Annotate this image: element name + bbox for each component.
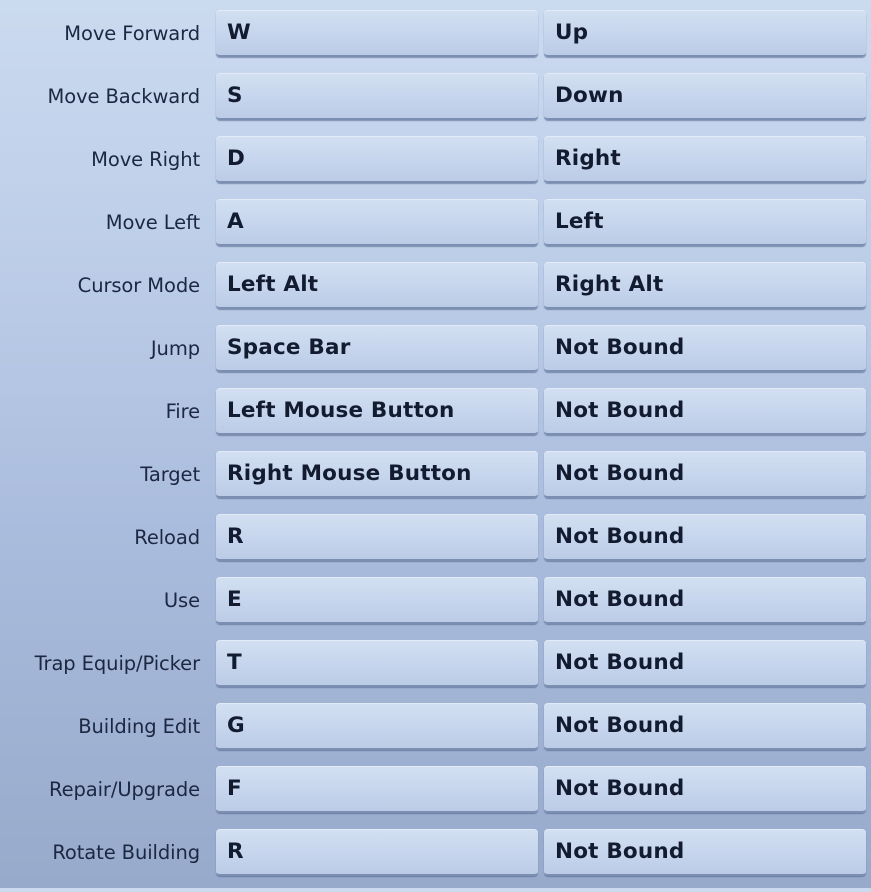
keybinding-row-move-backward: Move Backward S Down xyxy=(0,73,871,122)
keybinding-row-rotate-building: Rotate Building R Not Bound xyxy=(0,829,871,878)
action-label: Move Backward xyxy=(47,85,201,108)
primary-key-slot[interactable]: Left Mouse Button xyxy=(216,388,538,435)
primary-key-slot[interactable]: E xyxy=(216,577,538,624)
primary-key-slot[interactable]: F xyxy=(216,766,538,813)
primary-key-slot[interactable]: W xyxy=(216,10,538,57)
keybinding-row-reload: Reload R Not Bound xyxy=(0,514,871,563)
keybinding-row-target: Target Right Mouse Button Not Bound xyxy=(0,451,871,500)
action-label: Cursor Mode xyxy=(77,274,200,297)
secondary-key-slot[interactable]: Right xyxy=(544,136,866,183)
keybinding-row-repair-upgrade: Repair/Upgrade F Not Bound xyxy=(0,766,871,815)
secondary-key-slot[interactable]: Not Bound xyxy=(544,577,866,624)
action-label: Target xyxy=(140,463,200,486)
secondary-key-slot[interactable]: Up xyxy=(544,10,866,57)
action-label: Jump xyxy=(150,337,200,360)
keybinding-row-cursor-mode: Cursor Mode Left Alt Right Alt xyxy=(0,262,871,311)
secondary-key-slot[interactable]: Down xyxy=(544,73,866,120)
secondary-key-slot[interactable]: Not Bound xyxy=(544,388,866,435)
keybinding-row-building-edit: Building Edit G Not Bound xyxy=(0,703,871,752)
primary-key-slot[interactable]: D xyxy=(216,136,538,183)
secondary-key-slot[interactable]: Not Bound xyxy=(544,829,866,876)
action-label: Move Left xyxy=(105,211,200,234)
secondary-key-slot[interactable]: Not Bound xyxy=(544,640,866,687)
secondary-key-slot[interactable]: Right Alt xyxy=(544,262,866,309)
action-label: Fire xyxy=(165,400,201,423)
keybinding-row-use: Use E Not Bound xyxy=(0,577,871,626)
secondary-key-slot[interactable]: Not Bound xyxy=(544,325,866,372)
keybinding-row-move-forward: Move Forward W Up xyxy=(0,10,871,59)
primary-key-slot[interactable]: Right Mouse Button xyxy=(216,451,538,498)
keybinding-row-move-left: Move Left A Left xyxy=(0,199,871,248)
primary-key-slot[interactable]: R xyxy=(216,829,538,876)
keybinding-row-move-right: Move Right D Right xyxy=(0,136,871,185)
action-label: Building Edit xyxy=(78,715,200,738)
primary-key-slot[interactable]: Space Bar xyxy=(216,325,538,372)
action-label: Use xyxy=(163,589,200,612)
keybindings-list: Move Forward W Up Move Backward S Down M… xyxy=(0,10,871,892)
keybinding-row-jump: Jump Space Bar Not Bound xyxy=(0,325,871,374)
action-label: Reload xyxy=(134,526,200,549)
action-label: Repair/Upgrade xyxy=(49,778,200,801)
secondary-key-slot[interactable]: Not Bound xyxy=(544,514,866,561)
keybinding-row-fire: Fire Left Mouse Button Not Bound xyxy=(0,388,871,437)
primary-key-slot[interactable]: S xyxy=(216,73,538,120)
secondary-key-slot[interactable]: Not Bound xyxy=(544,703,866,750)
action-label: Trap Equip/Picker xyxy=(34,652,201,675)
primary-key-slot[interactable]: A xyxy=(216,199,538,246)
primary-key-slot[interactable]: G xyxy=(216,703,538,750)
secondary-key-slot[interactable]: Not Bound xyxy=(544,766,866,813)
keybinding-row-trap-equip-picker: Trap Equip/Picker T Not Bound xyxy=(0,640,871,689)
secondary-key-slot[interactable]: Not Bound xyxy=(544,451,866,498)
primary-key-slot[interactable]: Left Alt xyxy=(216,262,538,309)
action-label: Move Right xyxy=(91,148,200,171)
action-label: Rotate Building xyxy=(52,841,200,864)
action-label: Move Forward xyxy=(64,22,200,45)
primary-key-slot[interactable]: R xyxy=(216,514,538,561)
primary-key-slot[interactable]: T xyxy=(216,640,538,687)
secondary-key-slot[interactable]: Left xyxy=(544,199,866,246)
